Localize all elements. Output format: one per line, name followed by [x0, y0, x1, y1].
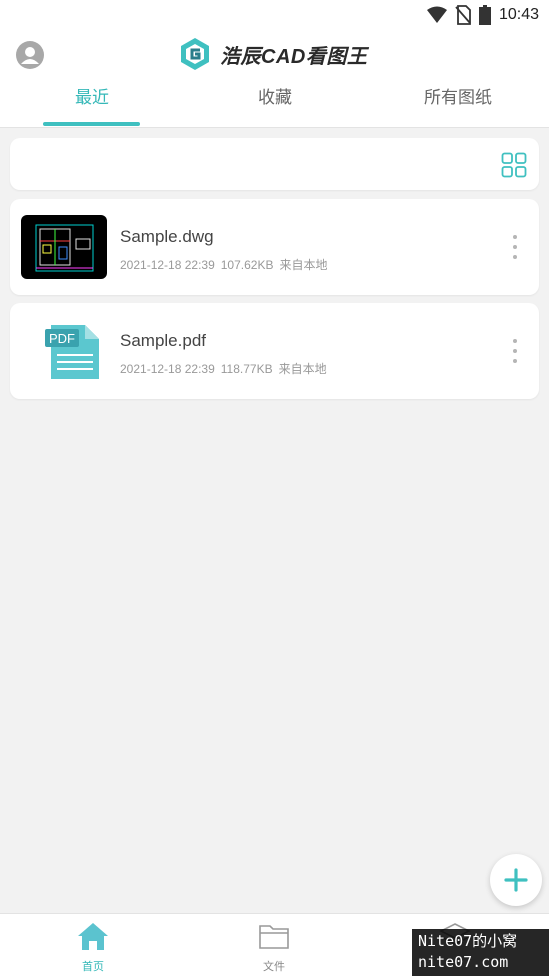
more-options-icon[interactable]: [507, 339, 523, 363]
nav-files-label: 文件: [263, 961, 285, 973]
nav-home[interactable]: 首页: [33, 914, 153, 976]
file-meta: 2021-12-18 22:39 118.77KB 来自本地: [120, 360, 333, 377]
pdf-thumb-label: PDF: [49, 331, 75, 346]
watermark: Nite07的小窝 nite07.com: [412, 929, 549, 976]
dwg-drawing-icon: [35, 224, 94, 272]
wifi-icon: [426, 6, 447, 23]
file-size: 107.62KB: [220, 258, 274, 272]
list-toolbar: [10, 138, 539, 190]
grid-view-icon[interactable]: [501, 152, 527, 178]
app-logo: 浩辰CAD看图王: [178, 37, 367, 71]
pdf-thumbnail: PDF: [21, 319, 107, 383]
pdf-file-icon: PDF: [45, 325, 99, 379]
app-bar: 浩辰CAD看图王: [0, 30, 549, 78]
status-icons: 10:43: [426, 4, 539, 26]
status-time: 10:43: [498, 6, 539, 23]
file-source: 来自本地: [279, 258, 328, 272]
file-item-pdf[interactable]: PDF Sample.pdf 2021-12-18 22:39 118.77KB 来…: [10, 303, 539, 399]
dwg-thumbnail: [21, 215, 107, 279]
tab-recent[interactable]: 最近: [12, 78, 172, 128]
logo-icon: [181, 38, 209, 70]
folder-icon: [259, 925, 289, 949]
plus-icon: [504, 868, 528, 892]
file-item-dwg[interactable]: Sample.dwg 2021-12-18 22:39 107.62KB 来自本地: [10, 199, 539, 295]
tab-favorites[interactable]: 收藏: [195, 78, 355, 128]
more-options-icon[interactable]: [507, 235, 523, 259]
file-name: Sample.pdf: [120, 331, 206, 350]
battery-icon: [478, 5, 491, 25]
tab-bar: 最近 收藏 所有图纸: [0, 78, 549, 128]
avatar-icon[interactable]: [15, 40, 45, 70]
file-meta: 2021-12-18 22:39 107.62KB 来自本地: [120, 256, 333, 273]
status-bar: 10:43: [0, 0, 549, 30]
add-file-button[interactable]: [490, 854, 542, 906]
file-name: Sample.dwg: [120, 227, 214, 246]
watermark-line1: Nite07的小窝: [418, 932, 518, 950]
watermark-line2: nite07.com: [418, 953, 509, 971]
no-sim-icon: [455, 5, 471, 25]
tab-indicator: [43, 122, 140, 126]
file-source: 来自本地: [278, 362, 327, 376]
tab-all-drawings[interactable]: 所有图纸: [378, 78, 538, 128]
nav-home-label: 首页: [82, 961, 104, 973]
file-date: 2021-12-18 22:39: [120, 362, 215, 376]
nav-files[interactable]: 文件: [214, 914, 334, 976]
home-icon: [78, 923, 108, 950]
app-title: 浩辰CAD看图王: [220, 45, 368, 68]
file-size: 118.77KB: [220, 362, 273, 376]
file-date: 2021-12-18 22:39: [120, 258, 215, 272]
